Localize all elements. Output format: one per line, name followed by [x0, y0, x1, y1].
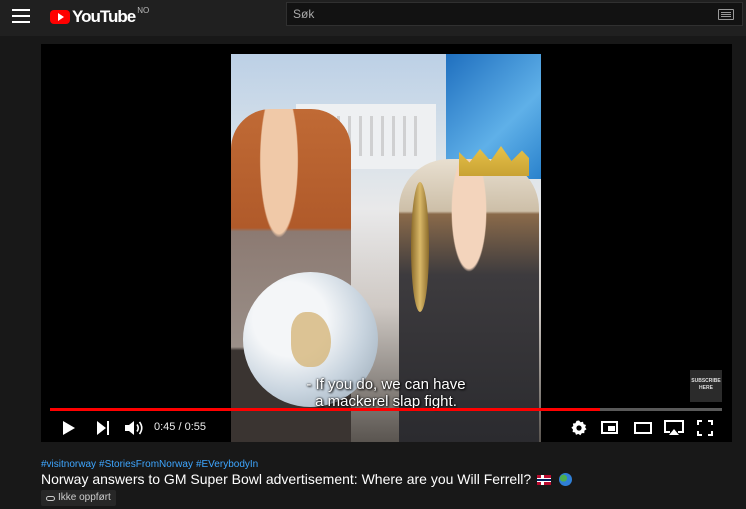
unlisted-label: Ikke oppført	[58, 492, 111, 503]
subscribe-badge-line-2: HERE	[699, 385, 713, 391]
hashtag-link[interactable]: #visitnorway	[41, 459, 96, 470]
link-icon	[46, 495, 55, 501]
hashtag-link[interactable]: #StoriesFromNorway	[99, 459, 193, 470]
video-subtitle: - If you do, we can have a mackerel slap…	[231, 376, 541, 410]
search-input[interactable]	[287, 3, 713, 25]
player-controls: 0:45 / 0:55	[41, 414, 732, 442]
current-time: 0:45	[154, 421, 176, 433]
video-frame[interactable]: - If you do, we can have a mackerel slap…	[231, 54, 541, 442]
play-icon[interactable]	[63, 421, 75, 435]
progress-bar[interactable]	[50, 408, 722, 411]
hamburger-icon[interactable]	[12, 9, 30, 23]
globe-icon	[558, 473, 572, 486]
subscribe-badge-line-1: SUBSCRIBE	[691, 378, 721, 384]
time-separator: /	[175, 421, 185, 433]
youtube-play-logo-icon	[50, 10, 70, 24]
next-icon[interactable]	[97, 421, 111, 435]
norway-flag-icon	[537, 475, 552, 485]
hashtag-link[interactable]: #EVerybodyIn	[196, 459, 258, 470]
theater-icon[interactable]	[634, 422, 652, 434]
video-scene-fish	[411, 182, 429, 312]
airplay-icon[interactable]	[664, 420, 684, 436]
gear-icon[interactable]	[571, 420, 587, 436]
miniplayer-icon[interactable]	[601, 421, 618, 434]
hashtag-list: #visitnorway #StoriesFromNorway #EVerybody…	[41, 459, 261, 470]
volume-icon[interactable]	[125, 420, 145, 436]
youtube-logo[interactable]: YouTube NO	[50, 6, 149, 28]
video-title-text: Norway answers to GM Super Bowl advertis…	[41, 471, 532, 487]
search-box	[286, 2, 743, 26]
video-player[interactable]: - If you do, we can have a mackerel slap…	[41, 44, 732, 442]
keyboard-icon[interactable]	[718, 9, 734, 20]
top-bar: YouTube NO	[0, 0, 746, 36]
logo-text: YouTube	[72, 7, 136, 26]
country-code: NO	[137, 5, 150, 15]
subtitle-line-1: - If you do, we can have	[306, 376, 466, 393]
unlisted-badge: Ikke oppført	[41, 490, 116, 506]
subscribe-watermark[interactable]: SUBSCRIBE HERE	[690, 370, 722, 402]
progress-fill	[50, 408, 600, 411]
fullscreen-icon[interactable]	[697, 420, 713, 436]
video-title: Norway answers to GM Super Bowl advertis…	[41, 471, 572, 487]
duration: 0:55	[184, 421, 207, 433]
time-display: 0:45 / 0:55	[154, 421, 206, 433]
